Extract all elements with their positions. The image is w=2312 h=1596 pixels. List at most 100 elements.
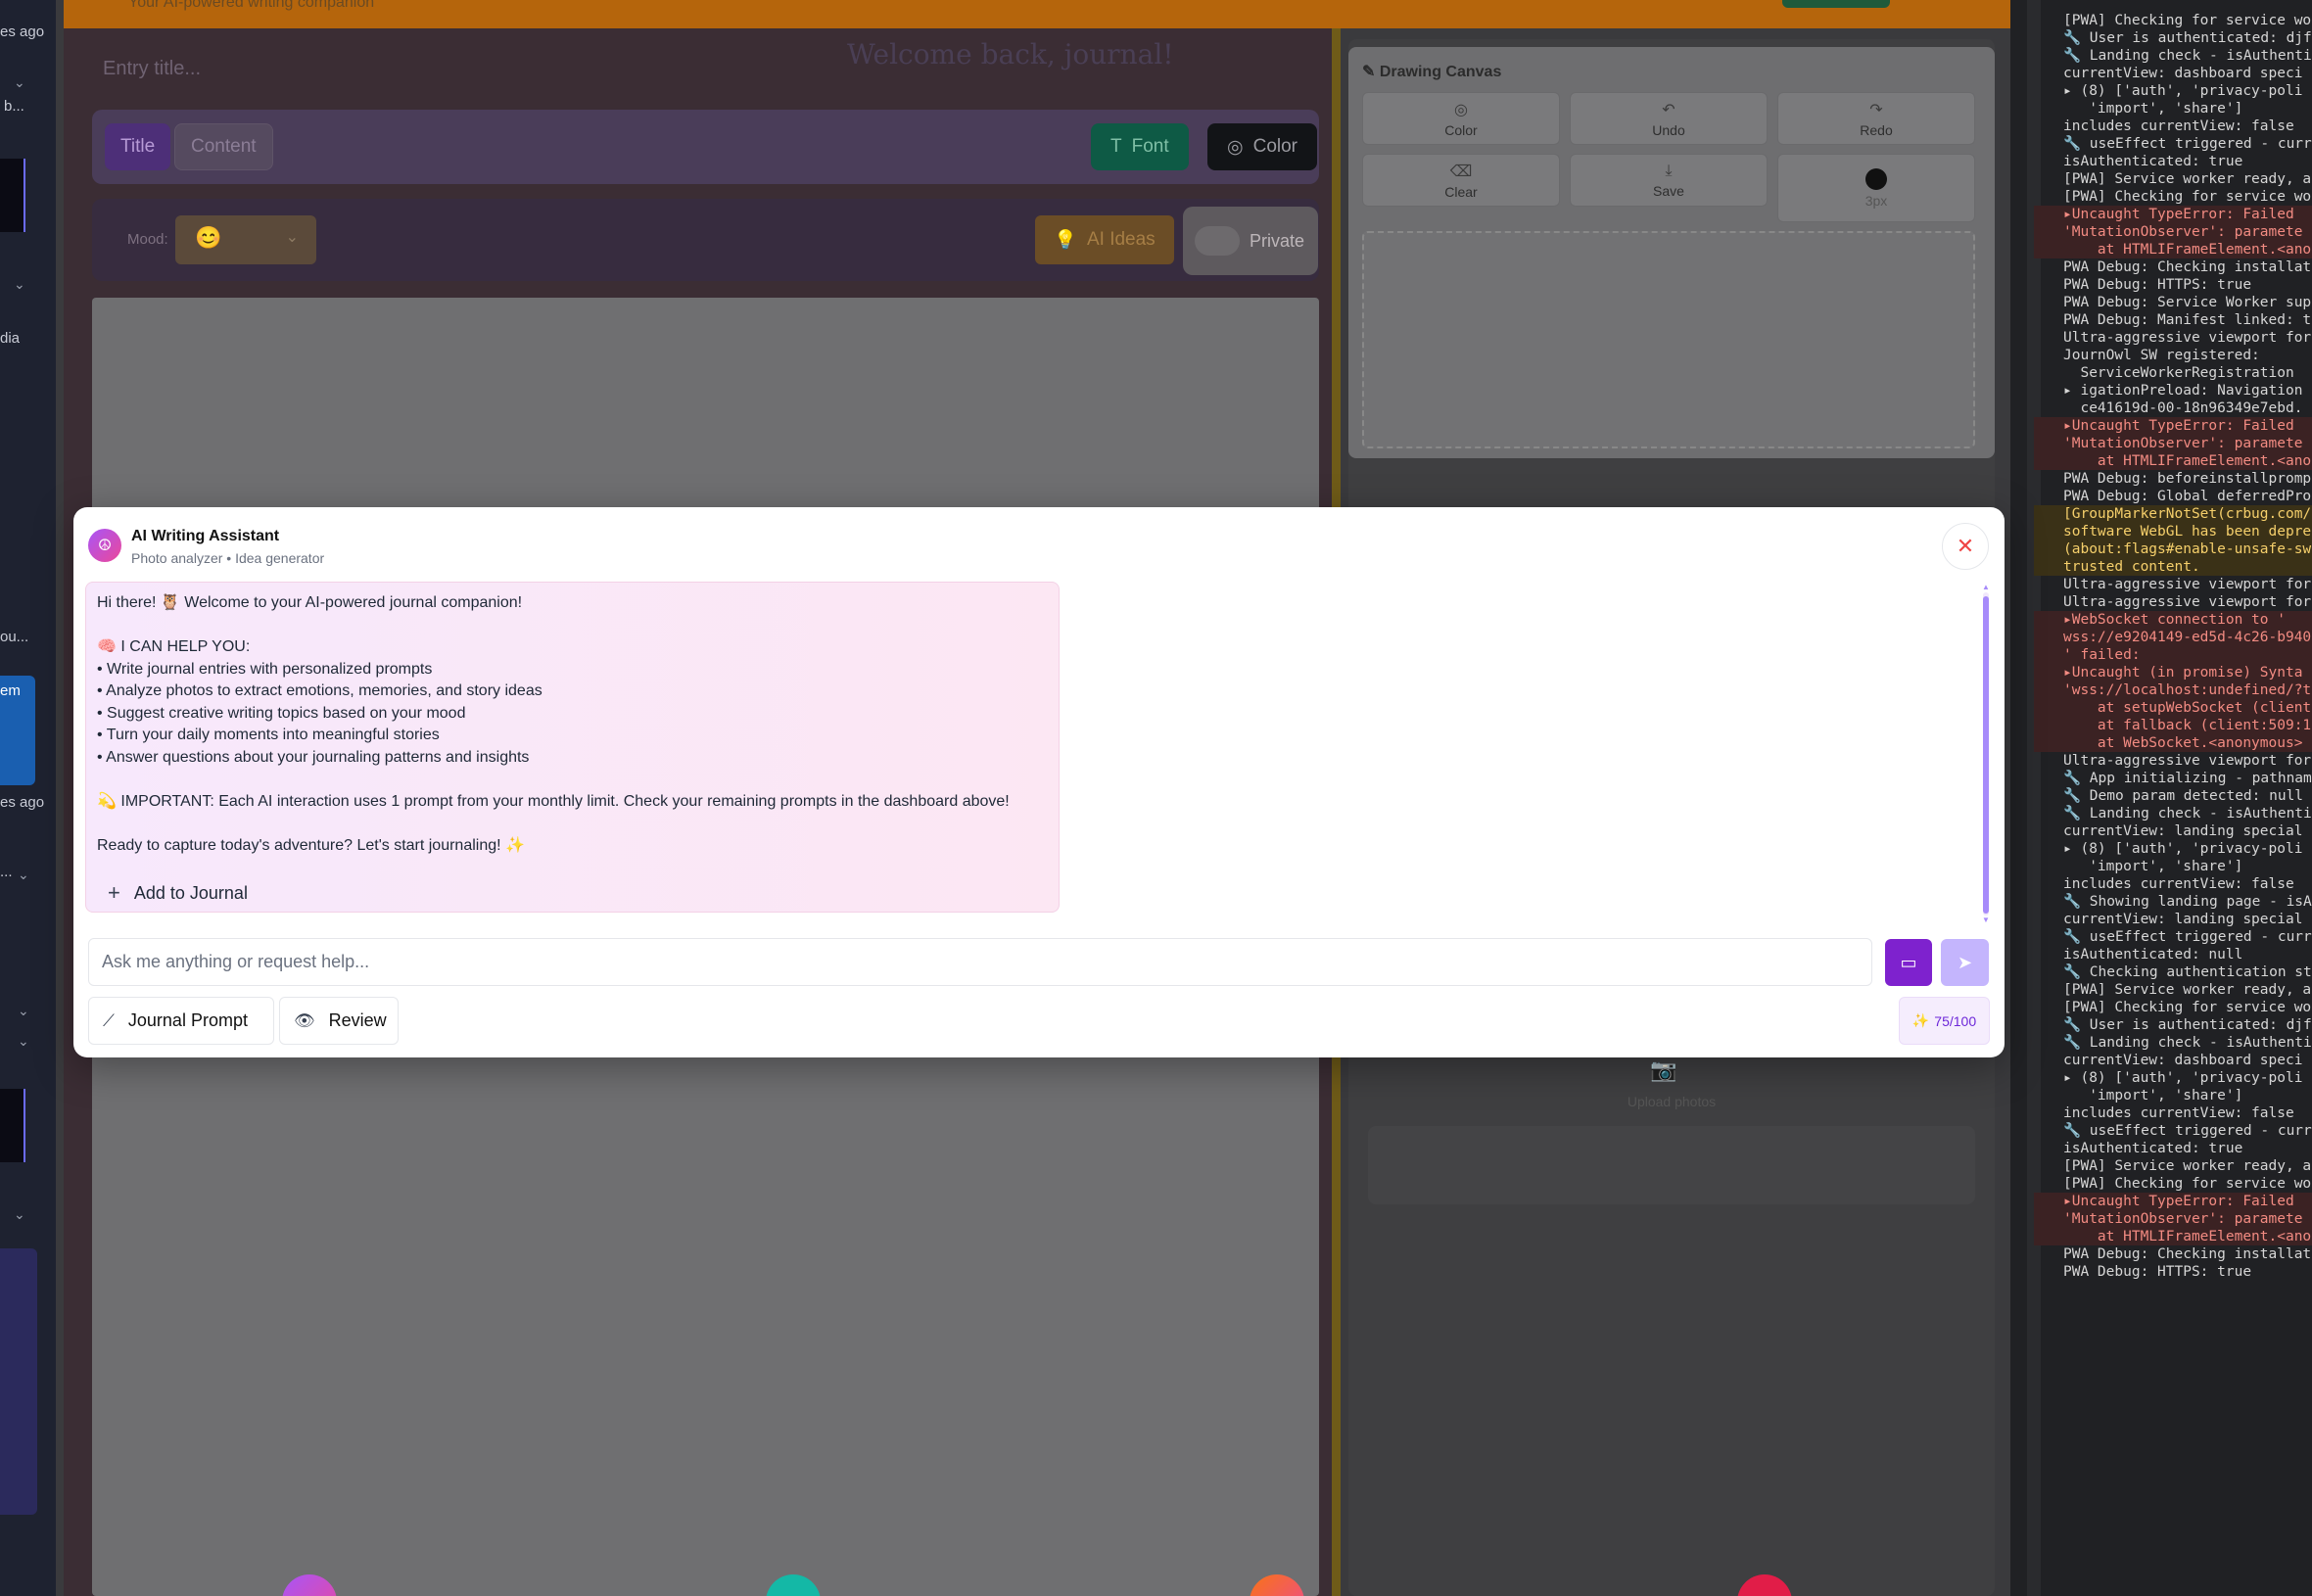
console-line: at setupWebSocket (client <box>2034 699 2312 717</box>
modal-title: AI Writing Assistant <box>131 528 280 544</box>
console-line: Ultra-aggressive viewport for <box>2063 753 2312 769</box>
content-button[interactable]: Content <box>174 123 273 170</box>
usage-counter-badge: ✨ 75/100 <box>1899 997 1990 1045</box>
console-line: Ultra-aggressive viewport for <box>2063 330 2312 346</box>
font-button[interactable]: T Font <box>1091 123 1189 170</box>
add-to-journal-label: Add to Journal <box>133 883 248 903</box>
mood-label: Mood: <box>127 231 168 248</box>
console-line: 'import', 'share'] <box>2063 101 2243 117</box>
scroll-down-icon[interactable]: ▼ <box>1982 915 1990 924</box>
console-line: (about:flags#enable-unsafe-sw <box>2034 540 2312 558</box>
font-button-label: Font <box>1131 136 1169 157</box>
app-header: Your AI-powered writing companion <box>64 0 2010 28</box>
thumbnail[interactable] <box>0 159 25 232</box>
chat-scrollbar[interactable]: ▲ ▼ <box>1980 583 1992 924</box>
send-button[interactable]: ➤ <box>1941 939 1989 986</box>
console-line: 🔧 User is authenticated: djf <box>2063 30 2312 46</box>
private-label: Private <box>1249 230 1304 251</box>
canvas-color-button[interactable]: ◎ Color <box>1362 92 1560 145</box>
scroll-up-icon[interactable]: ▲ <box>1982 583 1990 591</box>
lightbulb-icon: 💡 <box>1054 230 1077 251</box>
journal-prompt-button[interactable]: ⟋ Journal Prompt <box>88 997 274 1045</box>
tool-label: Clear <box>1444 183 1478 200</box>
console-line: ▸Uncaught TypeError: Failed <box>2034 206 2312 223</box>
private-toggle[interactable]: Private <box>1183 207 1318 275</box>
journal-prompt-label: Journal Prompt <box>127 1010 248 1030</box>
console-line: PWA Debug: HTTPS: true <box>2063 1264 2252 1280</box>
console-line: 'MutationObserver': paramete <box>2034 435 2312 452</box>
photo-frame <box>1368 1126 1975 1204</box>
color-button[interactable]: ◎ Color <box>1207 123 1317 170</box>
console-line: trusted content. <box>2034 558 2312 576</box>
console-line: ▸ (8) ['auth', 'privacy-poli <box>2063 841 2303 857</box>
message-square-icon: ▭ <box>1900 952 1917 972</box>
ai-ideas-button[interactable]: 💡 AI Ideas <box>1035 215 1174 264</box>
ai-assistant-modal: ☮ AI Writing Assistant Photo analyzer • … <box>73 507 2005 1057</box>
upload-label: Upload photos <box>1627 1094 1717 1109</box>
download-icon: ⤓ <box>1665 162 1673 179</box>
thumbnail[interactable] <box>0 1089 25 1162</box>
save-button[interactable]: ⤓ Save <box>1570 154 1768 207</box>
drawing-area[interactable] <box>1362 231 1975 448</box>
console-line: at HTMLIFrameElement.<ano <box>2034 1228 2312 1245</box>
clear-button[interactable]: ⌫ Clear <box>1362 154 1560 207</box>
message-bullet: • Turn your daily moments into meaningfu… <box>97 727 440 743</box>
console-line: [PWA] Service worker ready, a <box>2063 982 2312 998</box>
message-closing: Ready to capture today's adventure? Let'… <box>97 836 525 854</box>
brush-size-button[interactable]: 3px <box>1777 154 1975 222</box>
console-line: Ultra-aggressive viewport for <box>2063 594 2312 610</box>
console-line: 🔧 Demo param detected: null <box>2063 788 2304 804</box>
magic-wand-icon: ⟋ <box>103 1010 115 1030</box>
chevron-down-icon[interactable]: ⌄ <box>18 1003 29 1019</box>
console-line: ▸Uncaught TypeError: Failed <box>2034 417 2312 435</box>
console-line: 'wss://localhost:undefined/?t <box>2034 681 2312 699</box>
chevron-down-icon[interactable]: ⌄ <box>14 1206 25 1223</box>
close-button[interactable]: ✕ <box>1942 523 1989 570</box>
console-line: at HTMLIFrameElement.<ano <box>2034 452 2312 470</box>
chevron-down-icon[interactable]: ⌄ <box>18 867 29 883</box>
devtools-console: [PWA] Checking for service wo 🔧 User is a… <box>2010 0 2312 1596</box>
photo-upload-zone[interactable]: 📷 Upload photos <box>1348 1057 1995 1204</box>
entry-title-input[interactable]: Entry title... <box>103 58 201 80</box>
toggle-knob <box>1195 226 1240 256</box>
tool-label: Save <box>1653 182 1684 199</box>
console-line: includes currentView: false <box>2063 1105 2294 1121</box>
chevron-down-icon[interactable]: ⌄ <box>14 276 25 293</box>
console-line: PWA Debug: beforeinstallpromp <box>2063 471 2312 487</box>
undo-button[interactable]: ↶ Undo <box>1570 92 1768 145</box>
eye-icon: 👁 <box>294 1010 315 1030</box>
console-line: 🔧 Landing check - isAuthenti <box>2063 48 2312 64</box>
mood-select[interactable]: 😊 ⌄ <box>175 215 316 264</box>
tool-label: 3px <box>1864 192 1888 209</box>
console-line: currentView: dashboard speci <box>2063 66 2303 81</box>
console-line: 🔧 useEffect triggered - curr <box>2063 929 2312 945</box>
console-line: ce41619d-00-18n96349e7ebd. <box>2063 400 2303 416</box>
message-bullet: • Write journal entries with personalize… <box>97 660 433 678</box>
chevron-down-icon[interactable]: ⌄ <box>14 74 25 91</box>
send-icon: ➤ <box>1957 952 1973 972</box>
redo-icon: ↷ <box>1869 101 1883 118</box>
tool-label: Undo <box>1652 121 1685 138</box>
header-button[interactable] <box>1782 0 1890 8</box>
redo-button[interactable]: ↷ Redo <box>1777 92 1975 145</box>
title-button[interactable]: Title <box>105 123 171 170</box>
chat-input[interactable] <box>88 938 1872 986</box>
message-bullet: • Suggest creative writing topics based … <box>97 704 466 722</box>
sidebar-fragment: es ago <box>0 794 45 811</box>
scrollbar-thumb[interactable] <box>1983 596 1989 914</box>
chat-mode-button[interactable]: ▭ <box>1885 939 1932 986</box>
console-line: isAuthenticated: true <box>2063 1141 2243 1156</box>
format-toolbar: Title Content T Font ◎ Color <box>92 110 1319 184</box>
console-line: 🔧 User is authenticated: djf <box>2063 1017 2312 1033</box>
add-to-journal-button[interactable]: + Add to Journal <box>108 881 248 905</box>
console-line: [PWA] Service worker ready, a <box>2063 1158 2312 1174</box>
console-line: currentView: landing special <box>2063 912 2303 927</box>
chevron-down-icon[interactable]: ⌄ <box>18 1033 29 1050</box>
console-line: includes currentView: false <box>2063 876 2294 892</box>
assistant-message: Hi there! 🦉 Welcome to your AI-powered j… <box>85 582 1060 913</box>
console-line: ▸WebSocket connection to ' <box>2034 611 2312 629</box>
camera-icon: 📷 <box>1650 1057 1677 1082</box>
sidebar-panel <box>0 1248 37 1515</box>
console-line: 🔧 useEffect triggered - curr <box>2063 136 2312 152</box>
review-button[interactable]: 👁 Review <box>279 997 399 1045</box>
